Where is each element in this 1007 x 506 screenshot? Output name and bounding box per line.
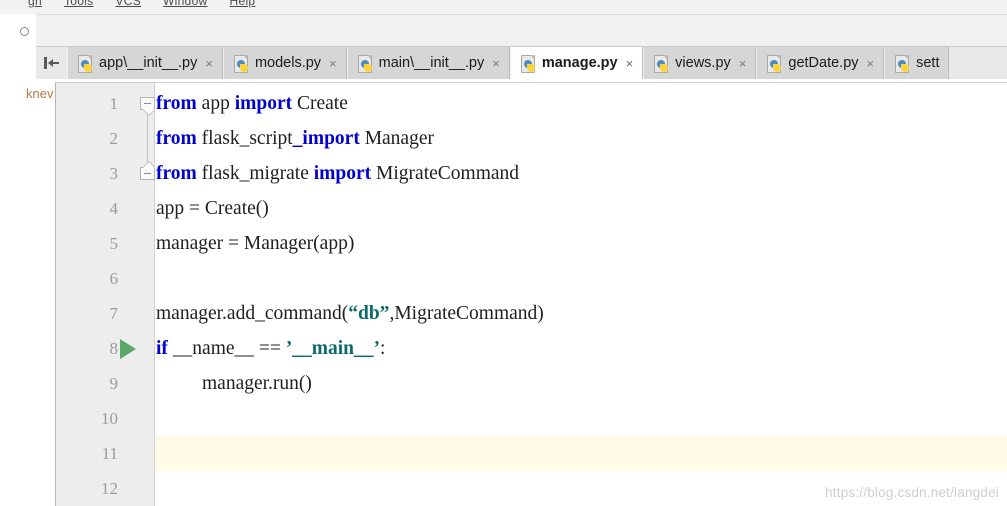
code-line-9[interactable]: manager.run() (156, 366, 312, 401)
python-file-icon (895, 54, 910, 73)
python-file-icon (654, 54, 669, 73)
tab-label: models.py (254, 54, 322, 71)
code-token: : (380, 338, 386, 359)
menu-items: gh Tools VCS Window Help (28, 0, 255, 8)
project-tree-sliver[interactable]: knev (26, 82, 55, 506)
line-number-6: 6 (109, 269, 119, 288)
editor-tab-manage-py[interactable]: manage.py × (509, 47, 644, 79)
editor-tab-views-py[interactable]: views.py × (643, 47, 757, 79)
code-token: app (196, 93, 235, 114)
code-line-4[interactable]: app = Create() (156, 191, 269, 226)
code-line-2[interactable]: from flask_script_import Manager (156, 121, 434, 156)
code-token: “db” (348, 303, 390, 324)
project-tree-item-label: knev (26, 86, 54, 101)
line-number-1: 1 (109, 94, 119, 113)
tab-label: views.py (675, 54, 731, 71)
code-line-1[interactable]: from app import Create (156, 86, 348, 121)
current-line-highlight (56, 436, 1007, 471)
watermark-text: https://blog.csdn.net/langdei (825, 485, 999, 500)
code-token: app = Create() (156, 198, 269, 219)
code-line-8[interactable]: if __name__ == ’__main__’: (156, 331, 385, 366)
code-token: from (156, 93, 197, 114)
line-number-3: 3 (109, 164, 119, 183)
code-token: ,MigrateCommand) (389, 303, 544, 324)
code-token: from (156, 128, 197, 149)
main-toolbar (36, 14, 1007, 47)
code-token: _import (292, 128, 360, 149)
python-file-icon (767, 54, 782, 73)
tab-list: app\__init__.py × models.py × main\__init__.… (67, 47, 950, 79)
menu-item-help[interactable]: Help (230, 0, 256, 8)
code-line-5[interactable]: manager = Manager(app) (156, 226, 354, 261)
code-line-3[interactable]: from flask_migrate import MigrateCommand (156, 156, 519, 191)
python-file-icon (78, 54, 93, 73)
menu-item-window[interactable]: Window (163, 0, 207, 8)
python-file-icon (233, 54, 249, 73)
tab-label: getDate.py (788, 54, 859, 71)
editor-gutter[interactable]: 1 2 3 4 5 6 7 8 9 10 11 12 (56, 83, 155, 506)
run-script-icon[interactable] (120, 339, 136, 359)
code-fold-toggle-line-3[interactable] (140, 162, 155, 180)
code-token: if (156, 338, 168, 359)
tab-close-icon[interactable]: × (626, 57, 634, 70)
line-number-10: 10 (101, 409, 118, 428)
tab-close-icon[interactable]: × (492, 57, 500, 70)
menu-item-gh[interactable]: gh (28, 0, 42, 8)
code-token: from (156, 163, 197, 184)
editor-tab-getdate-py[interactable]: getDate.py × (756, 47, 885, 79)
code-line-7[interactable]: manager.add_command(“db”,MigrateCommand) (156, 296, 544, 331)
tab-label: manage.py (541, 54, 618, 71)
editor-tab-main-init-py[interactable]: main\__init__.py × (346, 47, 510, 79)
line-number-2: 2 (109, 129, 119, 148)
editor-tab-bar: app\__init__.py × models.py × main\__init__.… (36, 47, 1007, 79)
tab-close-icon[interactable]: × (739, 57, 747, 70)
tab-close-icon[interactable]: × (205, 57, 213, 70)
menu-item-tools[interactable]: Tools (64, 0, 94, 8)
code-token: import (313, 163, 372, 184)
line-number-5: 5 (109, 234, 119, 253)
editor-tab-sett[interactable]: sett (884, 47, 950, 79)
line-number-11: 11 (101, 444, 118, 463)
code-fold-toggle-line-1[interactable] (140, 97, 155, 115)
code-token: manager = Manager(app) (156, 233, 355, 254)
code-token: flask_migrate (196, 163, 314, 184)
tab-close-icon[interactable]: × (867, 57, 875, 70)
code-token: flask_script (196, 128, 293, 149)
hide-sidebar-icon (44, 57, 59, 69)
line-number-12: 12 (101, 479, 118, 498)
code-token: Create (292, 93, 348, 114)
python-file-icon (357, 54, 373, 73)
code-editor[interactable]: 1 2 3 4 5 6 7 8 9 10 11 12 from app import Create fr… (55, 82, 1007, 506)
hide-sidebar-button[interactable] (36, 47, 67, 79)
code-token: __name__ == (167, 338, 286, 359)
tab-label: app\__init__.py (99, 54, 198, 71)
line-number-8: 8 (109, 339, 119, 358)
code-token: MigrateCommand (371, 163, 520, 184)
editor-tab-app-init-py[interactable]: app\__init__.py × (67, 47, 223, 79)
menu-item-vcs[interactable]: VCS (115, 0, 141, 8)
code-token: manager.run() (202, 373, 312, 394)
code-token: Manager (359, 128, 434, 149)
code-token: manager.add_command( (156, 303, 349, 324)
line-number-4: 4 (109, 199, 119, 218)
tab-close-icon[interactable]: × (329, 57, 337, 70)
code-token: import (234, 93, 293, 114)
tab-label: main\__init__.py (378, 54, 485, 71)
tab-label: sett (916, 54, 940, 71)
code-folding-column[interactable] (140, 83, 155, 506)
code-token: ’__main__’ (285, 338, 381, 359)
python-file-icon (520, 54, 536, 73)
editor-tab-models-py[interactable]: models.py × (222, 47, 347, 79)
line-number-7: 7 (109, 304, 119, 323)
line-number-9: 9 (109, 374, 119, 393)
window-artifact-circle (20, 27, 29, 36)
menu-bar: gh Tools VCS Window Help (0, 0, 1007, 14)
